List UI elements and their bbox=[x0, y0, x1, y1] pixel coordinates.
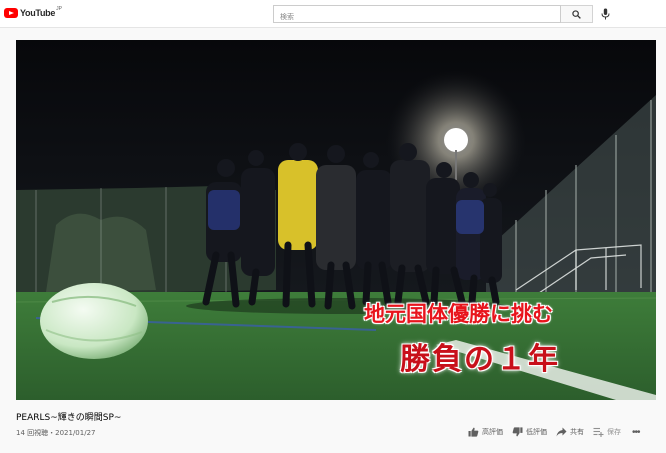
logo-text: YouTube bbox=[20, 8, 56, 18]
video-player[interactable]: 地元国体優勝に挑む 勝負の１年 bbox=[16, 40, 656, 400]
dislike-button[interactable]: 低評価 bbox=[512, 427, 547, 437]
thumbs-down-icon bbox=[512, 427, 523, 437]
search-button[interactable] bbox=[561, 5, 593, 23]
thumbs-up-icon bbox=[468, 427, 479, 437]
share-label: 共有 bbox=[570, 428, 584, 436]
voice-search-button[interactable] bbox=[598, 7, 612, 21]
rugby-ball bbox=[40, 283, 148, 359]
search-icon bbox=[572, 9, 581, 19]
like-label: 高評価 bbox=[482, 428, 503, 436]
search-input[interactable] bbox=[274, 9, 560, 25]
logo-region: JP bbox=[56, 6, 62, 12]
save-playlist-icon bbox=[593, 427, 604, 437]
youtube-logo[interactable]: YouTube JP bbox=[4, 6, 62, 18]
share-icon bbox=[556, 427, 567, 437]
top-bar: YouTube JP bbox=[0, 0, 666, 28]
search-box[interactable] bbox=[273, 5, 561, 25]
more-options-icon[interactable]: ••• bbox=[632, 427, 640, 438]
like-button[interactable]: 高評価 bbox=[468, 427, 503, 437]
dislike-label: 低評価 bbox=[526, 428, 547, 436]
video-meta: 14 回視聴・2021/01/27 bbox=[16, 429, 96, 437]
save-label: 保存 bbox=[607, 428, 621, 436]
share-button[interactable]: 共有 bbox=[556, 427, 584, 437]
action-bar: 高評価 低評価 共有 保存 ••• bbox=[468, 425, 640, 439]
youtube-logo-icon bbox=[4, 8, 18, 18]
microphone-icon bbox=[601, 8, 609, 20]
video-frame bbox=[16, 40, 656, 400]
save-button[interactable]: 保存 bbox=[593, 427, 621, 437]
video-title: PEARLS~輝きの瞬間SP~ bbox=[16, 413, 122, 423]
